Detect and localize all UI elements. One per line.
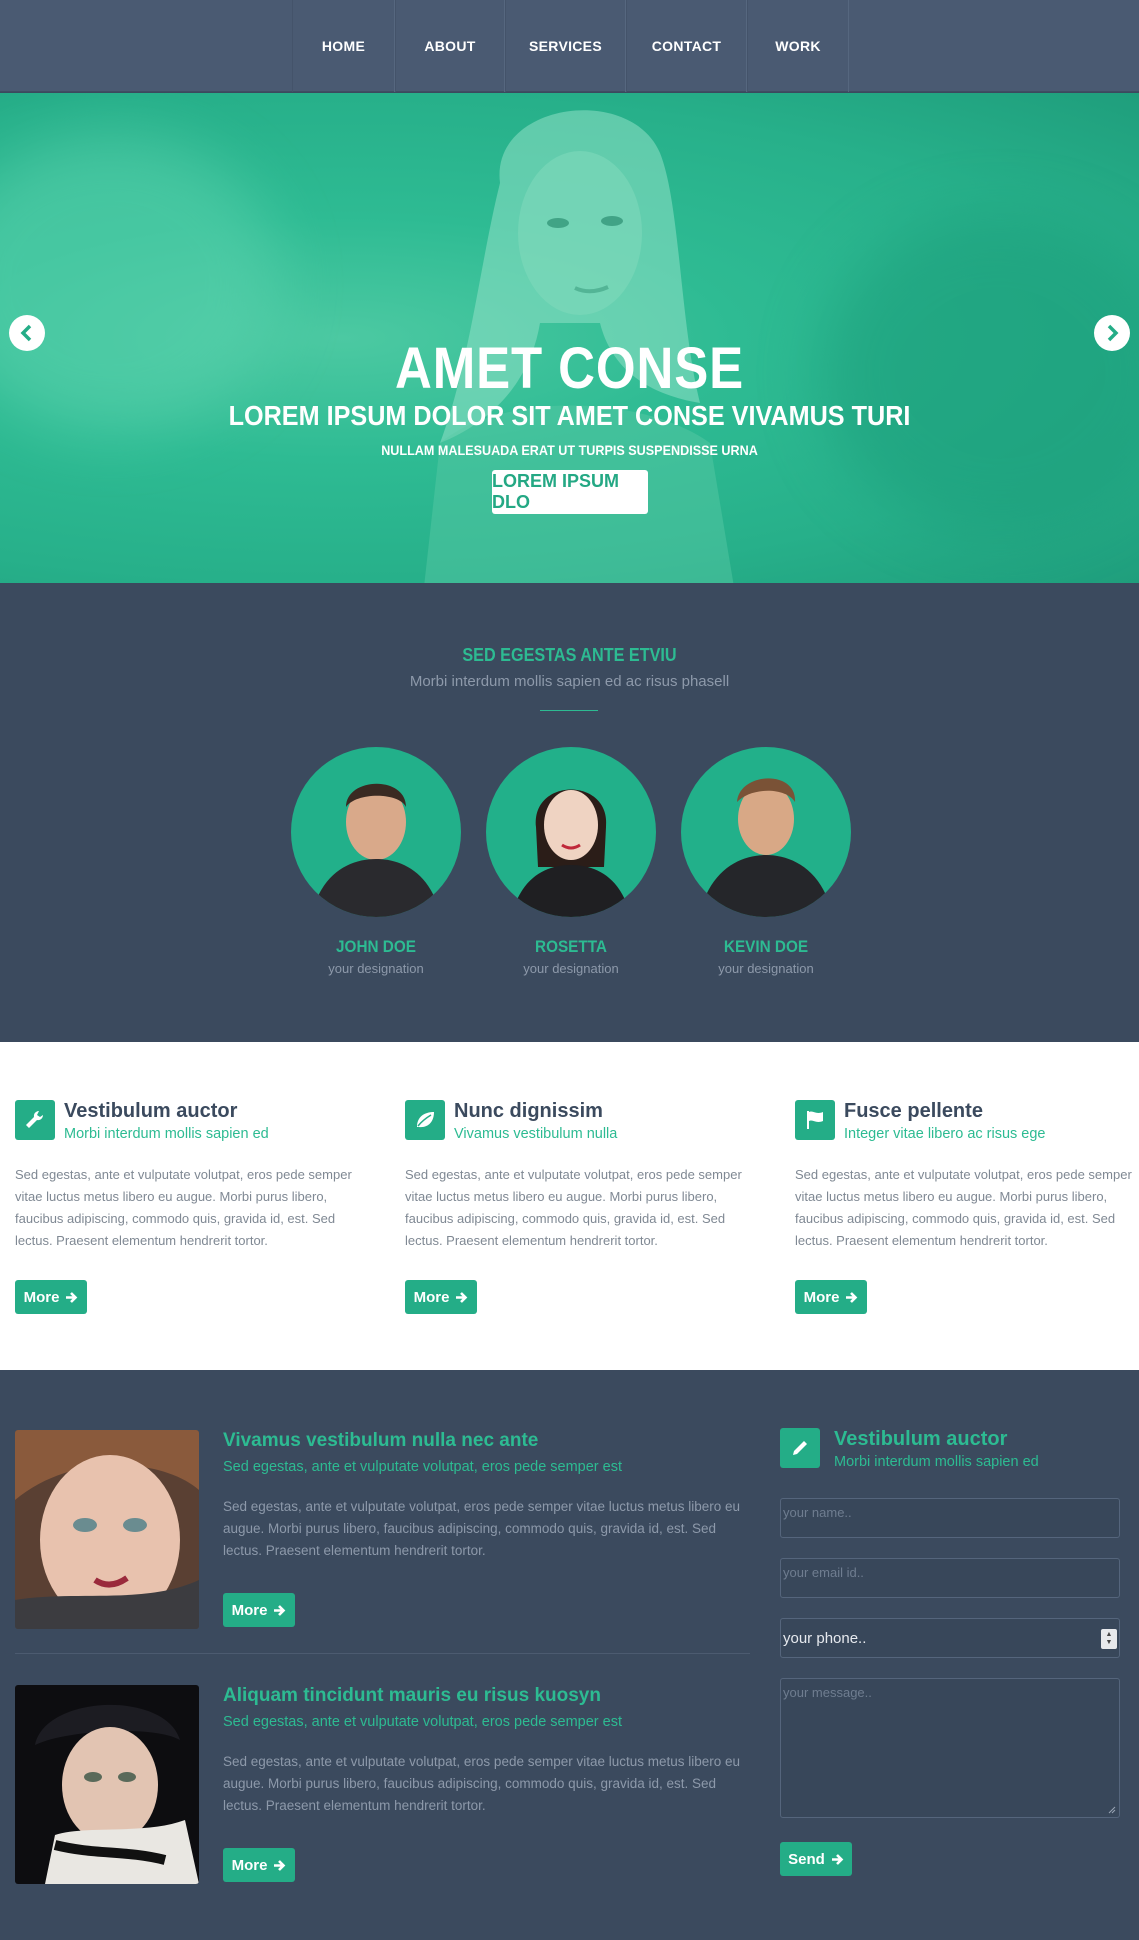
feature-text: Sed egestas, ante et vulputate volutpat,… [15,1167,352,1248]
arrow-right-icon [66,1291,78,1303]
nav-home[interactable]: HOME [292,0,395,92]
more-button[interactable]: More [223,1848,295,1882]
team-member: ROSETTA your designation [486,747,656,976]
hero-subtitle: LOREM IPSUM DOLOR SIT AMET CONSE VIVAMUS… [228,400,911,431]
feature-text: Sed egestas, ante et vulputate volutpat,… [405,1167,742,1248]
post-title[interactable]: Vivamus vestibulum nulla nec ante [223,1430,538,1452]
feature-icon-box [15,1100,55,1140]
nav-services[interactable]: SERVICES [505,0,626,92]
post-image [15,1430,199,1629]
post-subtitle: Sed egestas, ante et vulputate volutpat,… [223,1714,623,1730]
feature-subtitle: Morbi interdum mollis sapien ed [64,1126,269,1142]
message-placeholder: your message.. [783,1685,872,1700]
hero-slider: AMET CONSE LOREM IPSUM DOLOR SIT AMET CO… [0,93,1139,583]
team-section: SED EGESTAS ANTE ETVIU Morbi interdum mo… [0,583,1139,1042]
more-button[interactable]: More [223,1593,295,1627]
post-title[interactable]: Aliquam tincidunt mauris eu risus kuosyn [223,1685,601,1707]
member-role: your designation [718,961,814,976]
feature-title: Fusce pellente [844,1100,983,1122]
stepper-up-icon: ▲ [1105,1631,1113,1638]
button-label: More [23,1288,60,1306]
features-section: Vestibulum auctor Morbi interdum mollis … [0,1042,1139,1370]
arrow-right-icon [846,1291,858,1303]
resize-handle-icon[interactable] [1108,1806,1116,1814]
member-role: your designation [523,961,619,976]
nav-about[interactable]: ABOUT [395,0,505,92]
phone-field[interactable]: your phone.. ▲ ▼ [780,1618,1120,1658]
hero-cta-button[interactable]: LOREM IPSUM DLO [492,470,648,514]
blog-contact-section: Vivamus vestibulum nulla nec ante Sed eg… [0,1370,1139,1940]
team-title: SED EGESTAS ANTE ETVIU [462,645,677,665]
team-member: JOHN DOE your designation [291,747,461,976]
feature-subtitle: Integer vitae libero ac risus ege [844,1126,1046,1142]
chevron-right-icon [1107,324,1119,342]
more-button[interactable]: More [15,1280,87,1314]
leaf-icon [417,1112,434,1128]
post-text: Sed egestas, ante et vulputate volutpat,… [223,1754,741,1813]
send-button[interactable]: Send [780,1842,852,1876]
hero-title: AMET CONSE [394,336,745,401]
team-member: KEVIN DOE your designation [681,747,851,976]
email-field[interactable]: your email id.. [780,1558,1120,1598]
button-label: More [231,1601,268,1619]
post-subtitle: Sed egestas, ante et vulputate volutpat,… [223,1459,623,1475]
member-name: KEVIN DOE [723,937,809,956]
feature-icon-box [405,1100,445,1140]
contact-title: Vestibulum auctor [834,1428,1008,1450]
message-field[interactable]: your message.. [780,1678,1120,1818]
arrow-right-icon [274,1604,286,1616]
feature-title: Vestibulum auctor [64,1100,238,1122]
arrow-right-icon [456,1291,468,1303]
feature-icon-box [795,1100,835,1140]
hero-tagline: NULLAM MALESUADA ERAT UT TURPIS SUSPENDI… [381,442,758,458]
avatar [486,747,656,917]
member-name: ROSETTA [535,937,607,956]
button-label: More [413,1288,450,1306]
button-label: Send [788,1850,825,1868]
name-field[interactable]: your name.. [780,1498,1120,1538]
post-text: Sed egestas, ante et vulputate volutpat,… [223,1499,741,1558]
phone-value: your phone.. [783,1629,867,1647]
wrench-icon [26,1110,44,1128]
more-button[interactable]: More [795,1280,867,1314]
team-divider [540,710,598,711]
avatar [291,747,461,917]
feature-subtitle: Vivamus vestibulum nulla [454,1126,618,1142]
nav-work[interactable]: WORK [747,0,849,92]
feature-text: Sed egestas, ante et vulputate volutpat,… [795,1167,1132,1248]
member-name: JOHN DOE [336,937,416,956]
pencil-icon [793,1441,807,1455]
team-subtitle: Morbi interdum mollis sapien ed ac risus… [409,673,730,690]
slider-next-button[interactable] [1094,315,1130,351]
phone-stepper[interactable]: ▲ ▼ [1101,1629,1117,1649]
arrow-right-icon [831,1853,844,1865]
post-image [15,1685,199,1884]
contact-icon-box [780,1428,820,1468]
nav-contact[interactable]: CONTACT [626,0,747,92]
chevron-left-icon [20,324,32,342]
arrow-right-icon [274,1859,286,1871]
avatar [681,747,851,917]
feature-title: Nunc dignissim [454,1100,603,1122]
flag-icon [807,1111,823,1129]
slider-prev-button[interactable] [9,315,45,351]
button-label: More [803,1288,840,1306]
nav-menu: HOME ABOUT SERVICES CONTACT WORK [292,0,849,92]
button-label: More [231,1856,268,1874]
stepper-down-icon: ▼ [1105,1639,1113,1646]
top-navigation: HOME ABOUT SERVICES CONTACT WORK [0,0,1139,92]
post-divider [15,1653,750,1654]
more-button[interactable]: More [405,1280,477,1314]
contact-subtitle: Morbi interdum mollis sapien ed [834,1454,1039,1470]
member-role: your designation [328,961,424,976]
